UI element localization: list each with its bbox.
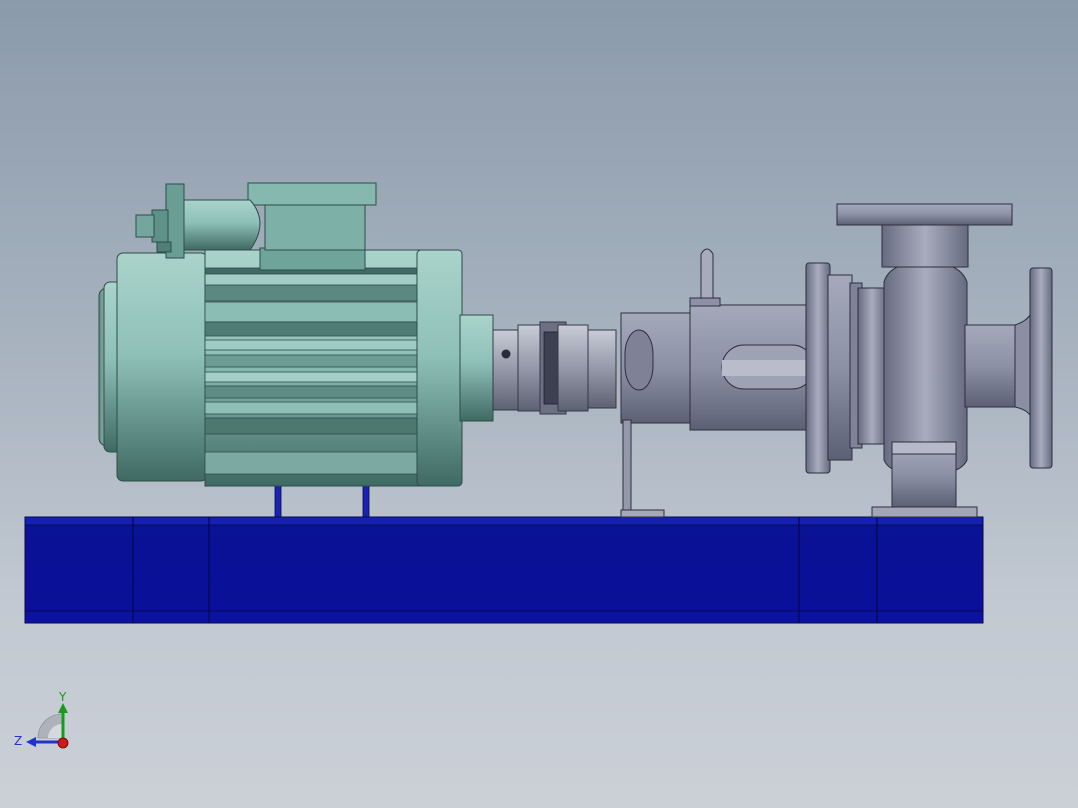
- shaft-coupling[interactable]: [492, 321, 617, 415]
- y-axis-label: Y: [58, 690, 67, 704]
- suction-flange: [1029, 267, 1053, 469]
- electric-motor[interactable]: [98, 182, 494, 518]
- baseplate[interactable]: [24, 516, 984, 624]
- z-axis-label: Z: [14, 734, 22, 748]
- coupling-set-screw: [501, 349, 511, 359]
- discharge-flange: [836, 203, 1013, 226]
- coordinate-triad: Y Z: [14, 690, 69, 749]
- graphics-viewport[interactable]: Y Z: [0, 0, 1078, 808]
- centrifugal-pump[interactable]: [620, 203, 1053, 518]
- lifting-eye: [700, 248, 714, 303]
- x-axis-dot: [57, 737, 69, 749]
